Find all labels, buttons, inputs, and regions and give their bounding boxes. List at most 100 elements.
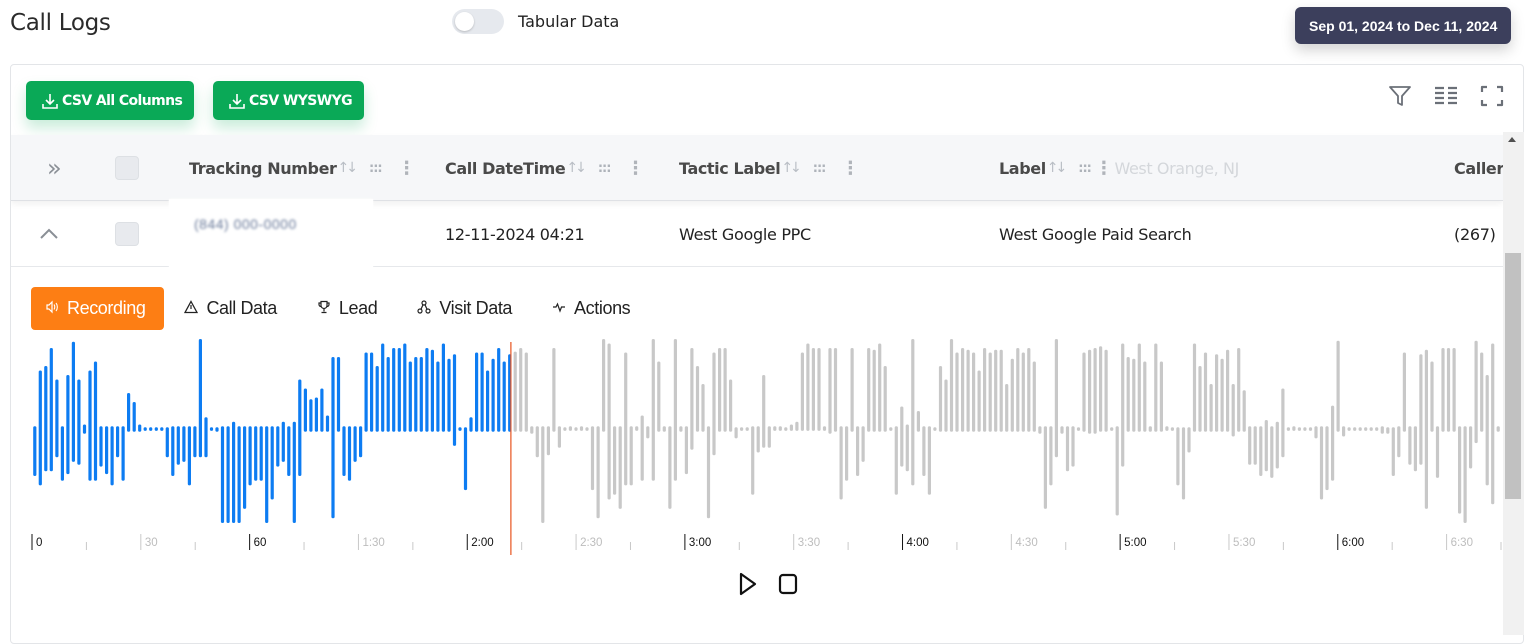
column-header-caller[interactable]: Caller: [1454, 135, 1504, 201]
waveform-bar: [491, 358, 495, 432]
collapse-row-button[interactable]: [39, 201, 59, 267]
ghost-row-text: West Orange, NJ: [1114, 158, 1239, 178]
waveform-bar: [232, 421, 236, 523]
waveform-bar: [1099, 346, 1103, 432]
column-menu-icon[interactable]: ⋮: [841, 158, 859, 179]
tab-recording[interactable]: Recording: [31, 287, 165, 330]
waveform-bar: [325, 415, 330, 432]
csv-all-columns-label: CSV All Columns: [62, 92, 183, 109]
waveform-bar: [215, 427, 219, 432]
stop-button[interactable]: [777, 572, 799, 596]
caller-cell: (267): [1454, 224, 1496, 244]
tab-lead[interactable]: Lead: [297, 287, 397, 330]
tab-call-data[interactable]: Call Data: [164, 287, 296, 330]
waveform-bar: [1010, 358, 1014, 432]
scrollbar-thumb[interactable]: [1505, 253, 1521, 499]
column-menu-icon[interactable]: ⋮: [1095, 158, 1113, 179]
waveform-bar: [1430, 361, 1434, 432]
select-all-checkbox[interactable]: [115, 156, 139, 180]
waveform-bar: [988, 352, 992, 432]
drag-handle-icon[interactable]: :::: [813, 161, 827, 176]
waveform-bar: [557, 426, 561, 448]
vertical-scrollbar[interactable]: [1503, 132, 1524, 635]
waveform-bar: [1110, 427, 1114, 431]
column-header-label[interactable]: Label ↑↓ ::: ⋮ West Orange, NJ: [999, 135, 1239, 201]
columns-icon[interactable]: [1433, 83, 1459, 109]
waveform-bar: [1469, 426, 1473, 469]
waveform-bar: [734, 427, 738, 439]
play-button[interactable]: [737, 572, 759, 596]
waveform-bar: [1143, 361, 1147, 432]
waveform-bar: [364, 352, 368, 432]
waveform-bar: [640, 415, 644, 481]
waveform-bar: [1419, 354, 1423, 465]
sort-icon[interactable]: ↑↓: [781, 160, 802, 176]
waveform-bar: [226, 426, 230, 523]
table-header: » Tracking Number ↑↓ ::: ⋮ Call DateTime…: [11, 135, 1504, 201]
waveform-bar: [684, 426, 688, 475]
column-label: Label: [999, 158, 1046, 178]
tabular-data-toggle[interactable]: [452, 9, 504, 34]
waveform-bar: [535, 426, 539, 458]
tab-visit-data[interactable]: Visit Data: [397, 287, 532, 330]
waveform-bar: [889, 427, 893, 431]
fullscreen-icon[interactable]: [1479, 83, 1505, 109]
waveform-bar: [1215, 354, 1219, 432]
waveform-bar: [237, 426, 241, 523]
waveform-bar: [916, 411, 920, 432]
waveform-bar: [209, 427, 214, 431]
waveform-bar: [243, 426, 247, 509]
sort-icon[interactable]: ↑↓: [566, 160, 587, 176]
waveform-bar: [1314, 426, 1318, 439]
waveform-bar: [983, 348, 987, 432]
waveform-bar: [1065, 426, 1070, 472]
column-header-tactic-label[interactable]: Tactic Label ↑↓ ::: ⋮: [679, 135, 859, 201]
waveform-bar: [845, 426, 849, 481]
tabular-data-toggle-group: Tabular Data: [452, 9, 619, 34]
column-label: Tactic Label: [679, 158, 781, 178]
row-checkbox[interactable]: [115, 222, 139, 246]
tabular-data-label: Tabular Data: [518, 12, 620, 31]
csv-wysiwyg-button[interactable]: CSV WYSWYG: [213, 81, 365, 120]
waveform-bar: [1148, 426, 1152, 432]
recording-waveform[interactable]: 0 30 60 1:30 2:00 2:30 3:00 3:30 4:00 4:30 5:00 5:3…: [11, 337, 1503, 562]
tab-actions[interactable]: Actions: [532, 287, 650, 330]
call-datetime-cell: 12-11-2024 04:21: [445, 224, 585, 244]
column-header-tracking-number[interactable]: Tracking Number ↑↓ ::: ⋮: [189, 135, 416, 201]
column-menu-icon[interactable]: ⋮: [626, 158, 644, 179]
sort-icon[interactable]: ↑↓: [1047, 160, 1068, 176]
sort-icon[interactable]: ↑↓: [338, 160, 359, 176]
play-icon: [739, 572, 757, 596]
waveform-bar: [745, 427, 749, 431]
chevron-up-icon: [40, 228, 58, 239]
waveform-bar: [265, 426, 269, 523]
drag-handle-icon[interactable]: :::: [1078, 161, 1092, 176]
column-label: Caller: [1454, 158, 1504, 178]
waveform-bar: [82, 424, 87, 434]
table-toolbar: [1387, 83, 1505, 109]
timeline-label: 0: [36, 537, 42, 549]
column-header-call-datetime[interactable]: Call DateTime ↑↓ ::: ⋮: [445, 135, 644, 201]
waveform-bar: [1226, 349, 1230, 432]
waveform-bar: [127, 393, 131, 432]
drag-handle-icon[interactable]: :::: [369, 161, 383, 176]
waveform-bar: [303, 388, 307, 432]
csv-all-columns-button[interactable]: CSV All Columns: [26, 81, 195, 120]
tab-label: Actions: [574, 298, 631, 318]
drag-handle-icon[interactable]: :::: [598, 161, 612, 176]
waveform-bar: [44, 366, 48, 472]
waveform-bar: [1491, 343, 1495, 505]
filter-icon[interactable]: [1387, 83, 1413, 109]
waveform-bar: [475, 352, 479, 432]
waveform-bar: [1104, 349, 1108, 432]
date-range-picker[interactable]: Sep 01, 2024 to Dec 11, 2024: [1295, 7, 1512, 44]
waveform-bar: [585, 427, 589, 431]
waveform-bar: [497, 348, 501, 432]
waveform-bar: [353, 426, 357, 462]
scroll-up-arrow[interactable]: [1508, 137, 1516, 142]
waveform-bar: [651, 339, 655, 481]
column-menu-icon[interactable]: ⋮: [398, 158, 416, 179]
waveform-bar: [1452, 348, 1456, 432]
expand-all-button[interactable]: »: [47, 135, 62, 201]
waveform-bar: [1264, 420, 1268, 472]
